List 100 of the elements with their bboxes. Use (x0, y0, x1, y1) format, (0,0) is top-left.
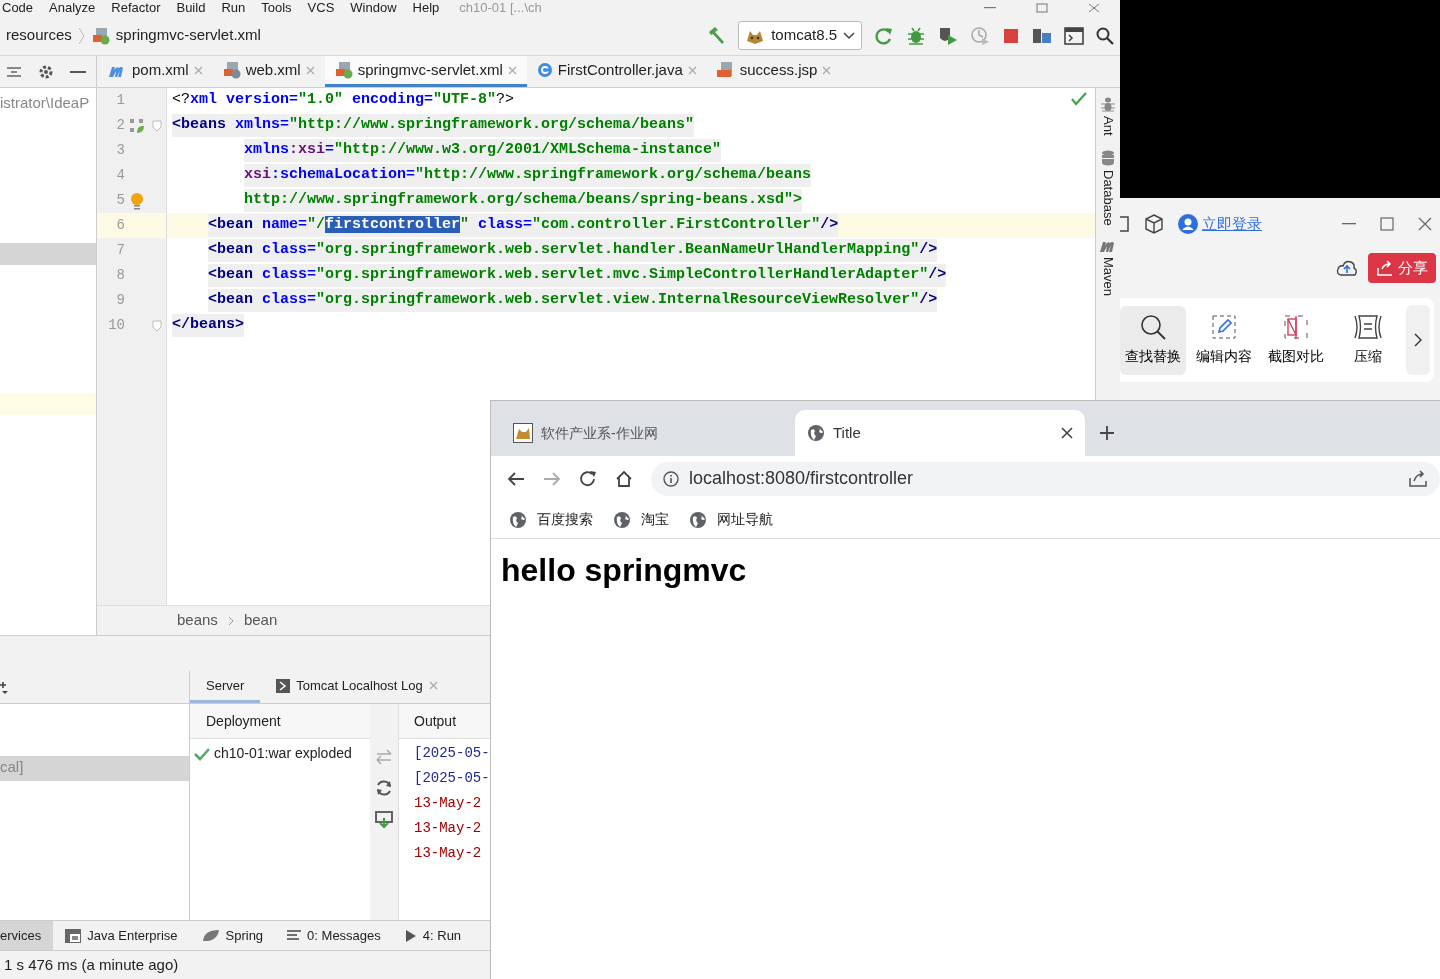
breadcrumb-item[interactable]: beans (177, 609, 218, 632)
xml-tag: <bean (208, 241, 253, 259)
tool-window-button[interactable]: 4: Run (392, 921, 474, 950)
deployment-item[interactable]: ch10-01:war exploded (190, 739, 370, 768)
cat-icon (513, 423, 533, 443)
new-tab-icon[interactable] (1099, 425, 1115, 441)
line-number: 6 (115, 216, 125, 235)
maximize-icon[interactable] (1380, 217, 1394, 231)
fold-icon[interactable] (152, 119, 162, 132)
menu-item[interactable]: Window (350, 1, 397, 15)
xml-attribute: :schemaLocation= (271, 166, 416, 184)
database-icon (1101, 149, 1115, 166)
fold-icon[interactable] (152, 319, 162, 332)
editor-tab[interactable]: success.jsp (706, 56, 842, 87)
maximize-icon[interactable] (1036, 3, 1048, 13)
xml-attribute: class= (478, 216, 533, 234)
minimize-icon[interactable] (1342, 223, 1356, 225)
arrows-icon[interactable] (375, 749, 393, 765)
menu-item[interactable]: Code (2, 1, 34, 15)
rerun-icon[interactable] (874, 25, 894, 46)
editor-tab[interactable]: springmvc-servlet.xml (324, 56, 527, 87)
bug-icon[interactable] (906, 25, 926, 46)
compress-icon (1352, 313, 1383, 340)
menu-item[interactable]: VCS (307, 1, 335, 15)
back-icon[interactable] (507, 470, 525, 487)
xml-tag: <beans (172, 116, 226, 134)
share-icon[interactable] (1408, 469, 1428, 488)
tool-button[interactable]: 截图对比 (1263, 305, 1329, 375)
breadcrumb-item[interactable]: resources (6, 24, 72, 47)
tool-window-button[interactable]: Spring (189, 921, 276, 950)
deploy-icon[interactable] (375, 811, 393, 829)
home-icon[interactable] (615, 469, 633, 488)
settings-icon[interactable] (38, 63, 54, 80)
inspection-ok-icon[interactable] (1071, 92, 1087, 106)
menu-item[interactable]: Help (412, 1, 440, 15)
run-configuration-dropdown[interactable]: tomcat8.5 (738, 21, 862, 50)
globe-icon (509, 510, 527, 529)
browser-tab[interactable]: 软件产业系-作业网 (501, 410, 791, 456)
editor-tab[interactable]: pom.xml (97, 56, 213, 87)
bookmark[interactable]: 网址导航 (689, 509, 773, 530)
bean-icon[interactable] (129, 117, 145, 134)
tool-window-button[interactable]: 0: Messages (275, 921, 393, 950)
line-number: 9 (115, 291, 125, 310)
xml-namespace: xsi (244, 166, 271, 184)
reload-icon[interactable] (579, 469, 597, 488)
side-tool-button[interactable]: Maven (1098, 239, 1118, 297)
menu-item[interactable]: Analyze (49, 1, 96, 15)
login-link[interactable]: 立即登录 (1202, 212, 1262, 236)
xml-attribute: encoding= (352, 91, 434, 109)
tool-button[interactable]: 压缩 (1334, 305, 1401, 375)
xml-value: "1.0" (298, 91, 344, 109)
editor-tab[interactable]: web.xml (212, 56, 325, 87)
shield-run-icon[interactable] (938, 25, 958, 46)
bookmark[interactable]: 百度搜索 (509, 509, 593, 530)
tool-button[interactable]: 查找替换 (1120, 305, 1186, 375)
line-number: 1 (115, 91, 125, 110)
share-button[interactable]: 分享 (1368, 253, 1436, 283)
close-icon[interactable] (1061, 427, 1073, 439)
forward-icon[interactable] (543, 470, 561, 487)
menu-item[interactable]: Refactor (111, 1, 161, 15)
breadcrumb-item[interactable]: bean (243, 609, 278, 632)
address-bar[interactable]: localhost:8080/firstcontroller (651, 461, 1440, 496)
lightbulb-icon[interactable] (130, 191, 144, 210)
refresh-icon[interactable] (375, 779, 393, 797)
terminal-icon[interactable] (1064, 26, 1084, 45)
next-button[interactable] (1406, 305, 1430, 375)
xml-attribute: version= (226, 91, 299, 109)
xml-attribute: xmlns= (235, 116, 290, 134)
tool-window-button[interactable]: ervices (0, 921, 54, 950)
xml-value: "/ (307, 216, 326, 234)
xml-value: "http://www.w3.org/2001/XMLSchema-instance" (334, 141, 722, 159)
search-icon (1139, 313, 1166, 340)
profiler-icon[interactable] (970, 25, 990, 46)
breadcrumb-item[interactable]: springmvc-servlet.xml (115, 24, 261, 47)
menu-item[interactable]: Tools (261, 1, 292, 15)
menu-item[interactable]: Run (221, 1, 246, 15)
stop-icon[interactable] (1002, 26, 1020, 45)
edit-icon (1210, 313, 1239, 340)
collapse-icon[interactable] (6, 64, 22, 79)
bookmark[interactable]: 淘宝 (613, 509, 669, 530)
editor-tab[interactable]: FirstController.java (526, 56, 707, 87)
tool-window-button[interactable]: Java Enterprise (53, 921, 190, 950)
xml-tag: <bean (208, 216, 253, 234)
panel-tab[interactable]: Tomcat Localhost Log (260, 671, 454, 703)
search-icon[interactable] (1096, 26, 1114, 45)
side-tool-button[interactable]: Ant (1098, 96, 1118, 136)
tool-button[interactable]: 编辑内容 (1191, 305, 1258, 375)
close-icon[interactable] (1418, 217, 1432, 231)
cube-icon[interactable] (1144, 214, 1164, 234)
ant-icon (1100, 96, 1116, 112)
xml-punctuation: ?> (496, 91, 515, 109)
line-number: 7 (115, 241, 125, 260)
browser-tab[interactable]: Title (795, 410, 1085, 456)
menu-item[interactable]: Build (176, 1, 206, 15)
add-icon[interactable] (0, 679, 10, 695)
hammer-icon[interactable] (706, 25, 727, 46)
run-icon (404, 928, 417, 943)
copy-icon[interactable] (1120, 215, 1130, 233)
side-tool-button[interactable]: Database (1098, 149, 1118, 226)
project-structure-icon[interactable] (1032, 26, 1052, 45)
